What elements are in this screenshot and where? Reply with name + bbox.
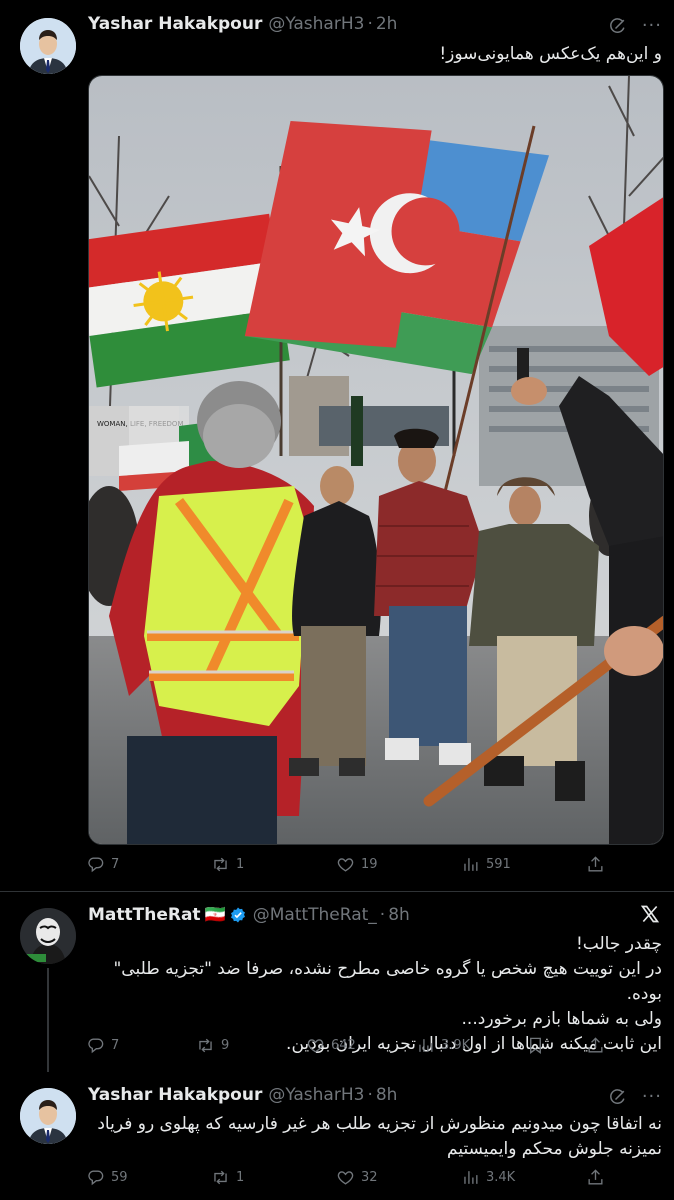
tweet-line: نه اتفاقا چون میدونیم منظورش از تجزیه طل…: [97, 1114, 662, 1134]
reply-count: 7: [111, 857, 120, 872]
protest-photo-image: WOMAN, LIFE, FREEDOM: [89, 76, 663, 844]
like-button[interactable]: 19: [336, 855, 406, 874]
tweet-3[interactable]: Yashar Hakakpour @YasharH3 · 8h ··· نه ا…: [0, 1072, 674, 1200]
reply-icon: [86, 855, 105, 874]
reply-icon: [86, 1168, 105, 1187]
heart-icon: [336, 855, 355, 874]
retweet-icon: [211, 1168, 230, 1187]
tweet-photo[interactable]: WOMAN, LIFE, FREEDOM: [88, 75, 664, 845]
tweet-text: و این‌هم یک‌عکس همایونی‌سوز!: [439, 44, 662, 64]
tweet-line: چقدر جالب!: [575, 934, 662, 954]
like-count: 32: [361, 1170, 378, 1185]
timestamp[interactable]: 8h: [388, 905, 410, 925]
retweet-icon: [211, 855, 230, 874]
avatar-image: [20, 1088, 76, 1144]
avatar[interactable]: [20, 908, 76, 964]
author-handle[interactable]: @MattTheRat_: [253, 905, 377, 925]
more-icon[interactable]: ···: [642, 15, 662, 36]
reply-button[interactable]: 7: [86, 1036, 156, 1055]
views-icon: [461, 855, 480, 874]
author-name[interactable]: Yashar Hakakpour: [88, 1085, 262, 1105]
heart-icon: [336, 1168, 355, 1187]
share-icon: [586, 1168, 605, 1187]
timestamp[interactable]: 2h: [376, 14, 398, 34]
reply-count: 59: [111, 1170, 128, 1185]
tweet-text: نه اتفاقا چون میدونیم منظورش از تجزیه طل…: [88, 1112, 662, 1162]
avatar-image: [20, 18, 76, 74]
retweet-button[interactable]: 1: [211, 1168, 281, 1187]
grok-icon[interactable]: [608, 1087, 628, 1107]
share-icon: [586, 1036, 605, 1055]
more-icon[interactable]: ···: [642, 1086, 662, 1107]
bookmark-icon: [526, 1036, 545, 1055]
views-button[interactable]: 3.9K: [416, 1036, 486, 1055]
author-handle[interactable]: @YasharH3: [268, 14, 364, 34]
grok-icon[interactable]: [608, 16, 628, 36]
share-icon: [586, 855, 605, 874]
heart-icon: [306, 1036, 325, 1055]
like-count: 19: [361, 857, 378, 872]
retweet-count: 1: [236, 857, 245, 872]
tweet-line: در این توییت هیچ شخص یا گروه خاصی مطرح ن…: [113, 959, 662, 1004]
tweet-line: ولی به شماها بازم برخورد...: [461, 1009, 662, 1029]
retweet-button[interactable]: 1: [211, 855, 281, 874]
share-button[interactable]: [586, 1168, 606, 1187]
views-button[interactable]: 3.4K: [461, 1168, 531, 1187]
share-button[interactable]: [586, 855, 606, 874]
avatar[interactable]: [20, 1088, 76, 1144]
flag-emoji: 🇮🇷: [204, 905, 226, 925]
views-icon: [461, 1168, 480, 1187]
reply-icon: [86, 1036, 105, 1055]
thread-line: [47, 968, 49, 1072]
retweet-icon: [196, 1036, 215, 1055]
tweet-2[interactable]: MattTheRat 🇮🇷 @MattTheRat_ · 8h چقدر جال…: [0, 892, 674, 1072]
avatar[interactable]: [20, 18, 76, 74]
retweet-button[interactable]: 9: [196, 1036, 266, 1055]
bookmark-button[interactable]: [526, 1036, 546, 1055]
views-icon: [416, 1036, 435, 1055]
author-handle[interactable]: @YasharH3: [268, 1085, 364, 1105]
tweet-1[interactable]: Yashar Hakakpour @YasharH3 · 2h ··· و ای…: [0, 0, 674, 890]
tweet-line: نمیزنه جلوش محکم وایمیستیم: [447, 1139, 662, 1159]
like-button[interactable]: 642: [306, 1036, 376, 1055]
like-count: 642: [331, 1038, 356, 1053]
share-button[interactable]: [586, 1036, 606, 1055]
author-name[interactable]: Yashar Hakakpour: [88, 14, 262, 34]
timestamp[interactable]: 8h: [376, 1085, 398, 1105]
retweet-count: 9: [221, 1038, 230, 1053]
view-count: 3.4K: [486, 1170, 516, 1185]
reply-button[interactable]: 7: [86, 855, 156, 874]
reply-button[interactable]: 59: [86, 1168, 156, 1187]
author-name[interactable]: MattTheRat: [88, 905, 201, 925]
verified-badge-icon: [230, 907, 245, 923]
view-count: 3.9K: [441, 1038, 471, 1053]
like-button[interactable]: 32: [336, 1168, 406, 1187]
retweet-count: 1: [236, 1170, 245, 1185]
view-count: 591: [486, 857, 511, 872]
avatar-image: [20, 908, 76, 964]
views-button[interactable]: 591: [461, 855, 531, 874]
x-logo-icon[interactable]: [640, 904, 660, 924]
reply-count: 7: [111, 1038, 120, 1053]
